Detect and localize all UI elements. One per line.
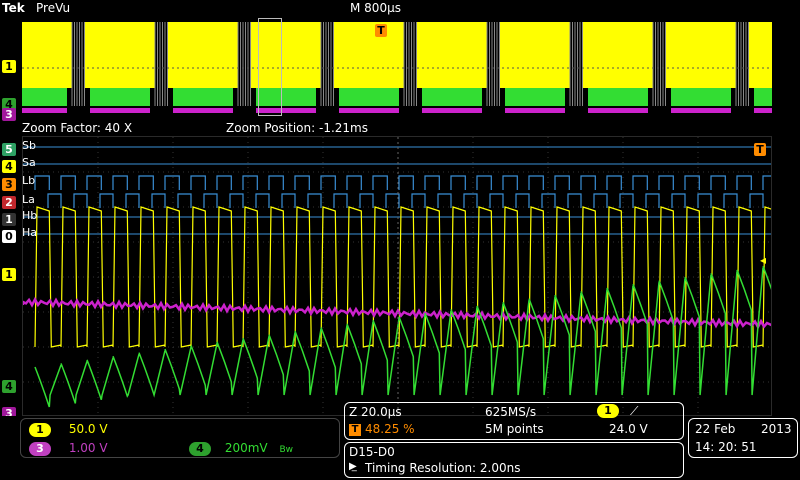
record-length: 5M points (485, 422, 544, 436)
overview-ch4-burst (754, 88, 772, 106)
trigger-source-badge: 1 (597, 404, 619, 418)
ch4-trace (34, 265, 771, 408)
overview-trigger-marker: T (375, 24, 387, 37)
ch1-badge: 1 (29, 423, 51, 437)
trigger-level-arrow-icon: ◂ (760, 253, 767, 267)
digital-group-readout[interactable]: D15-D0 ▶̲ Timing Resolution: 2.00ns (344, 442, 684, 478)
digital-marker-1: 1 (2, 213, 16, 226)
overview-waveform[interactable] (22, 16, 772, 120)
ch3-readout[interactable]: 3 1.00 V (29, 441, 108, 456)
digital-label-lb: Lb (22, 174, 36, 187)
overview-ch1-burst (168, 22, 238, 88)
ch1-readout[interactable]: 1 50.0 V (29, 422, 108, 437)
overview-ch1-burst (583, 22, 653, 88)
digital-trace-la (47, 193, 764, 208)
ch1-ground-marker[interactable]: 1 (2, 268, 16, 281)
digital-marker-2: 2 (2, 196, 16, 209)
acquisition-mode: PreVu (36, 1, 71, 15)
datetime-box: 22 Feb 2013 14: 20: 51 (688, 418, 798, 458)
trigger-position: 48.25 % (365, 422, 415, 436)
digital-trace-lb (34, 175, 771, 190)
ch3-scale: 1.00 V (68, 441, 108, 455)
overview-ch1-burst (749, 22, 772, 88)
zoom-waveform-plot (23, 137, 771, 415)
overview-ch3-burst (22, 108, 67, 113)
channel-readouts: 1 50.0 V 3 1.00 V 4 200mV Bw (20, 418, 340, 458)
overview-ch3-marker: 3 (2, 108, 16, 121)
brand-logo: Tek (2, 1, 25, 15)
overview-ch3-burst (588, 108, 648, 113)
overview-ch3-burst (173, 108, 233, 113)
digital-label-hb: Hb (22, 209, 38, 222)
overview-ch3-burst (671, 108, 731, 113)
overview-ch4-burst (505, 88, 565, 106)
zoom-scale: Z 20.0µs (349, 405, 402, 419)
overview-ch4-burst (22, 88, 67, 106)
zoom-factor: Zoom Factor: 40 X (22, 121, 133, 135)
digital-marker-4: 4 (2, 160, 16, 173)
zoom-position: Zoom Position: -1.21ms (226, 121, 368, 135)
acquisition-readout[interactable]: Z 20.0µs 625MS/s 1 ⟋ T 48.25 % 5M points… (344, 402, 684, 440)
zoom-window-box[interactable] (258, 18, 282, 116)
overview-ch1-burst (22, 22, 72, 88)
digital-marker-3: 3 (2, 178, 16, 191)
zoom-info-bar: Zoom Factor: 40 X Zoom Position: -1.21ms (20, 120, 800, 136)
overview-ch4-burst (588, 88, 648, 106)
overview-ch1-marker: 1 (2, 60, 16, 73)
overview-ch4-burst (671, 88, 731, 106)
ch4-badge: 4 (189, 442, 211, 456)
overview-ch3-burst (754, 108, 772, 113)
overview-ch3-burst (339, 108, 399, 113)
trigger-position-marker: T (754, 143, 766, 156)
year: 2013 (761, 422, 792, 436)
trigger-slope-icon: ⟋ (630, 404, 639, 418)
digital-marker-5: 5 (2, 143, 16, 156)
overview-ch4-burst (339, 88, 399, 106)
timebase-label[interactable]: M 800µs (350, 0, 401, 16)
timing-icon: ▶̲ (349, 461, 357, 472)
overview-ch3-burst (505, 108, 565, 113)
digital-group-name: D15-D0 (349, 445, 395, 459)
bandwidth-limit-icon: Bw (279, 445, 294, 455)
ch4-readout[interactable]: 4 200mV Bw (189, 441, 293, 456)
overview-ch4-burst (90, 88, 150, 106)
digital-label-ha: Ha (22, 226, 38, 239)
digital-marker-0: 0 (2, 230, 16, 243)
overview-plot (22, 16, 772, 120)
ch4-ground-marker[interactable]: 4 (2, 380, 16, 393)
time: 14: 20: 51 (695, 440, 757, 454)
ch3-badge: 3 (29, 442, 51, 456)
timing-resolution: Timing Resolution: 2.00ns (365, 461, 521, 475)
top-bar: Tek PreVu M 800µs (0, 0, 800, 16)
zoom-graticule[interactable] (22, 136, 772, 416)
digital-label-sa: Sa (22, 156, 36, 169)
ch1-scale: 50.0 V (68, 422, 108, 436)
overview-ch1-burst (500, 22, 570, 88)
overview-ch1-burst (334, 22, 404, 88)
trigger-pos-icon: T (349, 424, 361, 436)
date: 22 Feb (695, 422, 736, 436)
digital-label-sb: Sb (22, 139, 36, 152)
overview-ch3-burst (422, 108, 482, 113)
overview-ch3-burst (90, 108, 150, 113)
overview-ch1-burst (666, 22, 736, 88)
trigger-level: 24.0 V (609, 422, 648, 436)
overview-ch1-burst (417, 22, 487, 88)
overview-ch4-burst (173, 88, 233, 106)
overview-ch1-burst (85, 22, 155, 88)
ch4-scale: 200mV (224, 441, 268, 455)
overview-ch4-burst (422, 88, 482, 106)
digital-label-la: La (22, 193, 35, 206)
sample-rate: 625MS/s (485, 405, 537, 419)
